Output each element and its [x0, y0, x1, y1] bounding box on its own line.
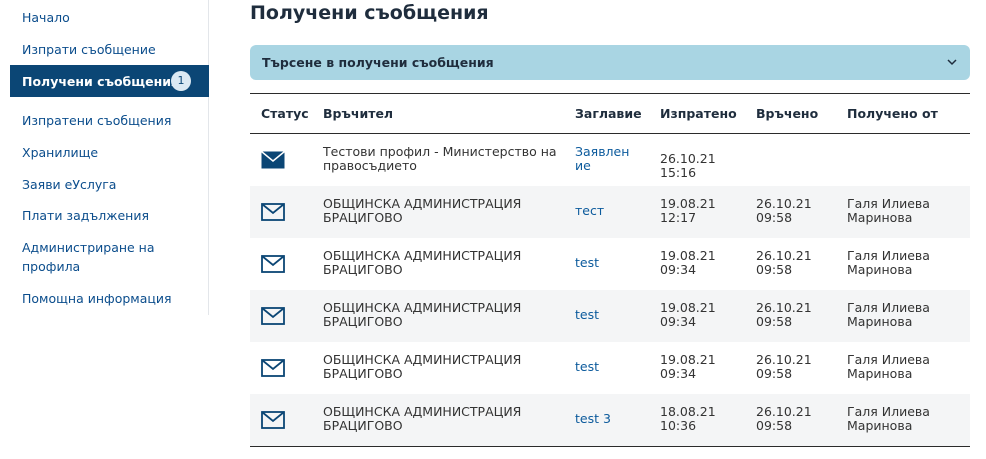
column-header-subject: Заглавие: [575, 106, 642, 121]
sender-name: ОБЩИНСКА АДМИНИСТРАЦИЯ БРАЦИГОВО: [323, 196, 522, 225]
sent-date: 19.08.21 09:34: [660, 352, 716, 381]
sent-date: 19.08.21 09:34: [660, 248, 716, 277]
received-by: Галя Илиева Маринова: [847, 300, 930, 329]
envelope-open-icon: [261, 359, 285, 377]
sidebar: Начало Изпрати съобщение Получени съобще…: [10, 0, 209, 315]
sidebar-item-storage[interactable]: Хранилище: [10, 143, 209, 162]
sidebar-item-profile-admin[interactable]: Администриране на профила: [10, 238, 160, 276]
table-row[interactable]: ОБЩИНСКА АДМИНИСТРАЦИЯ БРАЦИГОВО test 19…: [250, 238, 970, 290]
sent-date: 19.08.21 09:34: [660, 300, 716, 329]
page-title: Получени съобщения: [250, 2, 489, 24]
received-by: Галя Илиева Маринова: [847, 248, 930, 277]
column-header-sent: Изпратено: [660, 106, 737, 121]
sent-date: 19.08.21 12:17: [660, 196, 716, 225]
delivered-date: 26.10.21 09:58: [756, 248, 812, 277]
sender-name: ОБЩИНСКА АДМИНИСТРАЦИЯ БРАЦИГОВО: [323, 352, 522, 381]
received-by: Галя Илиева Маринова: [847, 196, 930, 225]
sent-date: 26.10.21 15:16: [660, 151, 716, 180]
envelope-open-icon: [261, 411, 285, 429]
search-toggle[interactable]: Търсене в получени съобщения: [250, 45, 970, 80]
column-header-status: Статус: [261, 106, 309, 121]
envelope-open-icon: [261, 203, 285, 221]
subject-link[interactable]: test 3: [575, 412, 645, 426]
received-by: Галя Илиева Маринова: [847, 352, 930, 381]
sent-date: 18.08.21 10:36: [660, 404, 716, 433]
sender-name: Тестови профил - Министерство на правосъ…: [323, 144, 557, 173]
delivered-date: 26.10.21 09:58: [756, 352, 812, 381]
subject-link[interactable]: test: [575, 256, 645, 270]
column-header-delivered: Връчено: [756, 106, 819, 121]
subject-link[interactable]: test: [575, 308, 645, 322]
messages-table: Статус Връчител Заглавие Изпратено Връче…: [250, 93, 970, 447]
table-row[interactable]: ОБЩИНСКА АДМИНИСТРАЦИЯ БРАЦИГОВО test 19…: [250, 342, 970, 394]
sidebar-item-received-messages[interactable]: Получени съобщения 1: [10, 65, 209, 97]
delivered-date: 26.10.21 09:58: [756, 300, 812, 329]
subject-link[interactable]: test: [575, 360, 645, 374]
unread-count-badge: 1: [171, 71, 191, 91]
envelope-open-icon: [261, 255, 285, 273]
sidebar-item-sent-messages[interactable]: Изпратени съобщения: [10, 111, 209, 130]
sidebar-item-pay-obligations[interactable]: Плати задължения: [10, 206, 209, 225]
subject-link[interactable]: тест: [575, 204, 645, 218]
subject-link[interactable]: Заявление: [575, 145, 637, 173]
table-row[interactable]: ОБЩИНСКА АДМИНИСТРАЦИЯ БРАЦИГОВО test 19…: [250, 290, 970, 342]
table-header: Статус Връчител Заглавие Изпратено Връче…: [250, 94, 970, 134]
sender-name: ОБЩИНСКА АДМИНИСТРАЦИЯ БРАЦИГОВО: [323, 248, 522, 277]
column-header-sender: Връчител: [323, 106, 394, 121]
sender-name: ОБЩИНСКА АДМИНИСТРАЦИЯ БРАЦИГОВО: [323, 300, 522, 329]
sidebar-item-label: Получени съобщения: [22, 73, 179, 89]
received-by: Галя Илиева Маринова: [847, 404, 930, 433]
sidebar-item-send-message[interactable]: Изпрати съобщение: [10, 40, 209, 59]
sidebar-item-help[interactable]: Помощна информация: [10, 289, 209, 308]
table-row[interactable]: ОБЩИНСКА АДМИНИСТРАЦИЯ БРАЦИГОВО test 3 …: [250, 394, 970, 446]
delivered-date: 26.10.21 09:58: [756, 404, 812, 433]
search-toggle-label: Търсене в получени съобщения: [262, 55, 494, 70]
sender-name: ОБЩИНСКА АДМИНИСТРАЦИЯ БРАЦИГОВО: [323, 404, 522, 433]
delivered-date: 26.10.21 09:58: [756, 196, 812, 225]
envelope-open-icon: [261, 307, 285, 325]
sidebar-item-home[interactable]: Начало: [10, 8, 209, 27]
table-row[interactable]: Тестови профил - Министерство на правосъ…: [250, 134, 970, 186]
chevron-down-icon: [946, 57, 958, 69]
column-header-received-by: Получено от: [847, 106, 938, 121]
table-row[interactable]: ОБЩИНСКА АДМИНИСТРАЦИЯ БРАЦИГОВО тест 19…: [250, 186, 970, 238]
sidebar-item-request-eservice[interactable]: Заяви еУслуга: [10, 175, 209, 194]
envelope-closed-icon: [261, 151, 285, 169]
